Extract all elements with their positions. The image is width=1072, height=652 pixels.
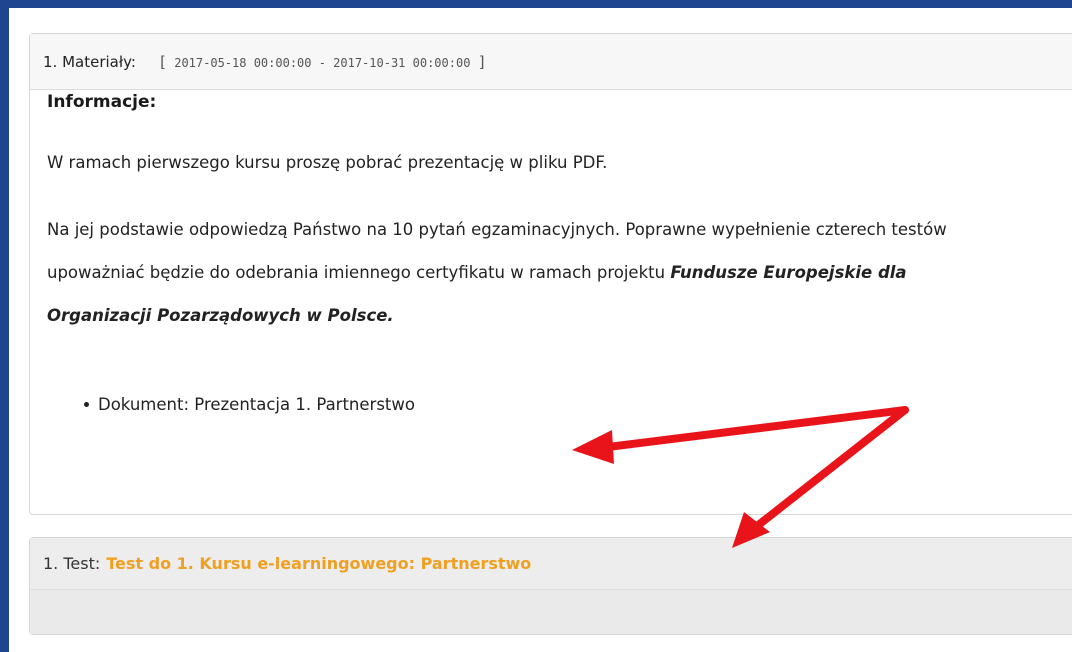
info-title: Informacje: bbox=[47, 92, 157, 112]
document-prefix: Dokument: bbox=[98, 395, 190, 414]
test-header: 1. Test: Test do 1. Kursu e-learningoweg… bbox=[30, 538, 1072, 590]
test-panel-body bbox=[30, 590, 1072, 634]
bracket-close: ] bbox=[477, 52, 487, 71]
list-item: Dokument: Prezentacja 1. Partnerstwo bbox=[47, 395, 415, 414]
document-list: Dokument: Prezentacja 1. Partnerstwo bbox=[47, 395, 415, 414]
materials-header-label: 1. Materiały: bbox=[43, 52, 136, 71]
date-range-text: 2017-05-18 00:00:00 - 2017-10-31 00:00:0… bbox=[174, 55, 471, 70]
bracket-open: [ bbox=[157, 52, 167, 71]
materials-header: 1. Materiały: [ 2017-05-18 00:00:00 - 20… bbox=[30, 34, 1072, 90]
info-paragraph-1: W ramach pierwszego kursu proszę pobrać … bbox=[47, 153, 608, 172]
test-link[interactable]: Test do 1. Kursu e-learningowego: Partne… bbox=[106, 554, 531, 573]
info-paragraph-2: Na jej podstawie odpowiedzą Państwo na 1… bbox=[47, 208, 987, 337]
bullet-icon bbox=[84, 402, 89, 407]
test-label: 1. Test: bbox=[43, 554, 101, 573]
materials-date-range: [ 2017-05-18 00:00:00 - 2017-10-31 00:00… bbox=[158, 53, 487, 71]
document-link[interactable]: Prezentacja 1. Partnerstwo bbox=[194, 395, 415, 414]
test-panel: 1. Test: Test do 1. Kursu e-learningoweg… bbox=[29, 537, 1072, 635]
